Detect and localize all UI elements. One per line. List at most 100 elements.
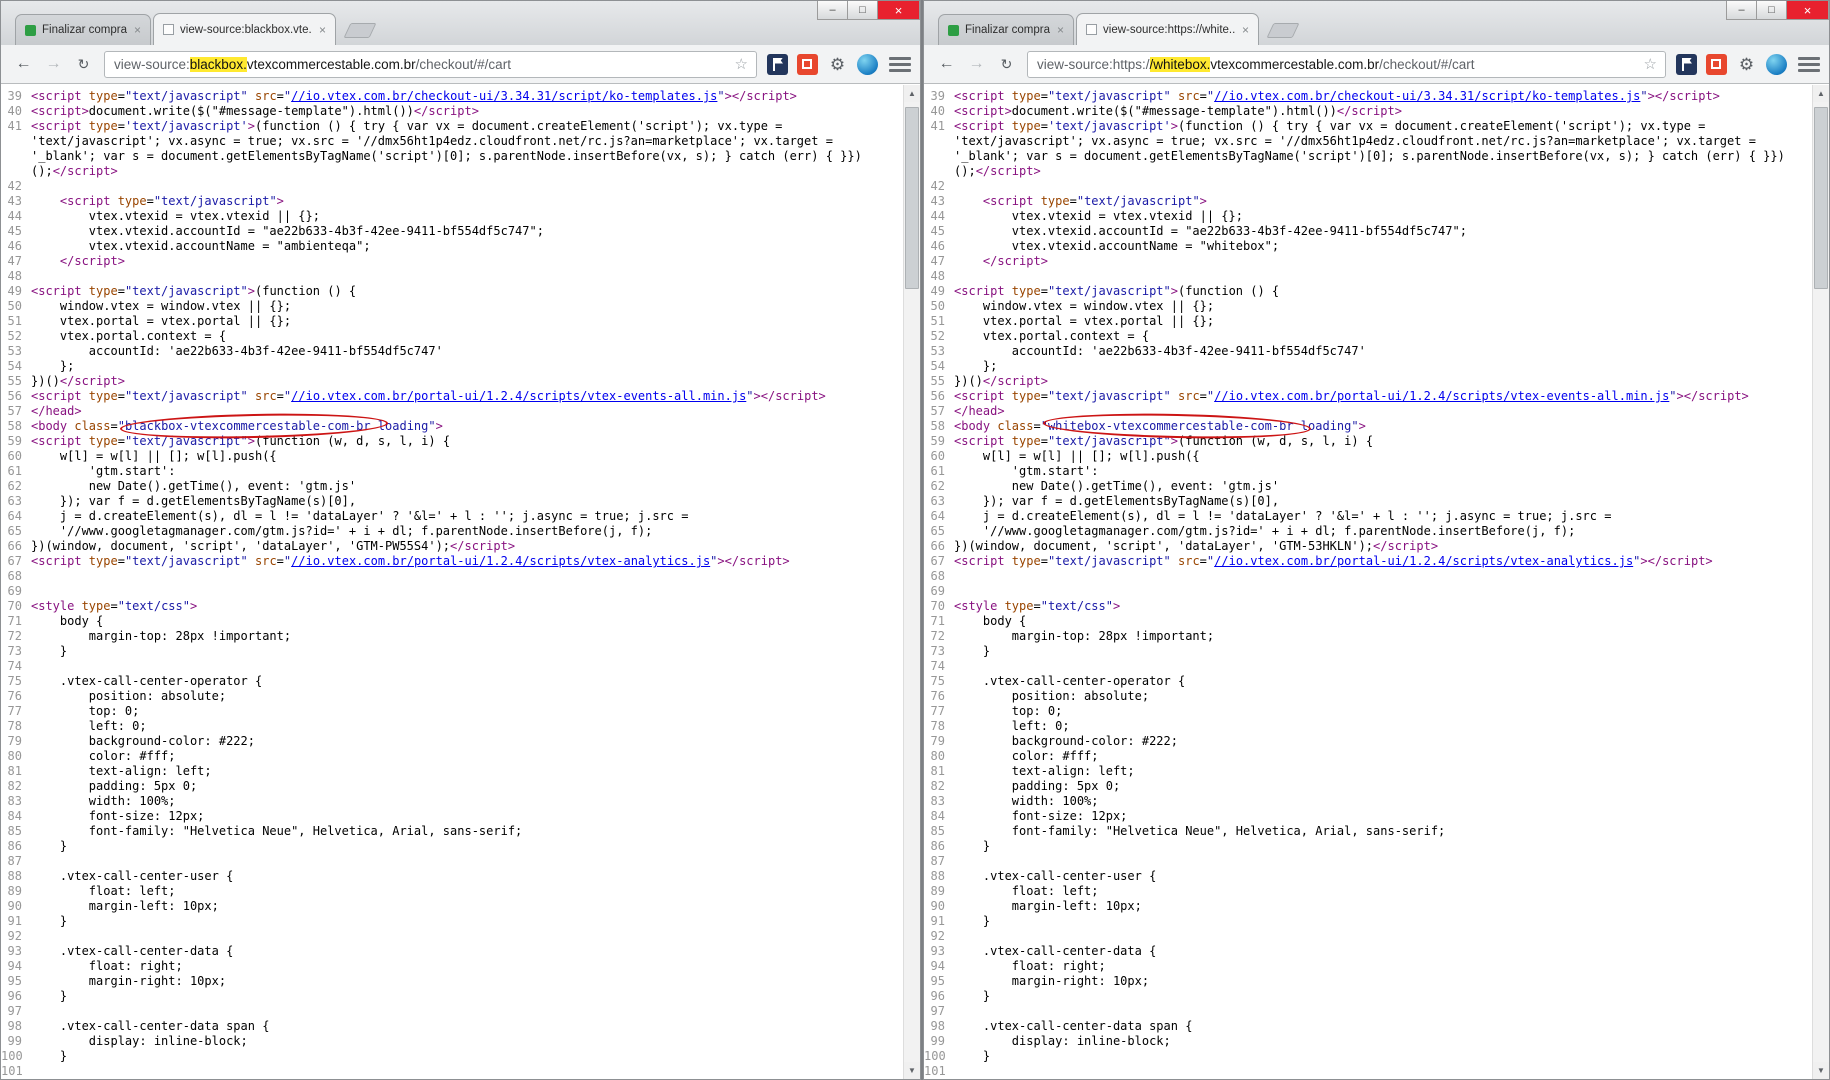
- code-line: 55})()</script>: [924, 374, 1812, 389]
- code-line: 40<script>document.write($("#message-tem…: [924, 104, 1812, 119]
- line-number: 86: [1, 839, 31, 854]
- code-line: 69: [1, 584, 903, 599]
- back-button[interactable]: ←: [10, 51, 37, 78]
- extension-globe-icon[interactable]: [1766, 54, 1787, 75]
- code-line: 70<style type="text/css">: [924, 599, 1812, 614]
- line-number: 99: [924, 1034, 954, 1049]
- line-number: 92: [924, 929, 954, 944]
- code-line: 68: [924, 569, 1812, 584]
- reload-button[interactable]: ↻: [70, 51, 97, 78]
- scroll-down-icon[interactable]: ▼: [1813, 1062, 1829, 1079]
- line-number: 45: [1, 224, 31, 239]
- line-number: 75: [924, 674, 954, 689]
- extension-box-icon[interactable]: [1706, 54, 1727, 75]
- extension-box-icon[interactable]: [797, 54, 818, 75]
- back-button[interactable]: ←: [933, 51, 960, 78]
- tab-close-icon[interactable]: ×: [1057, 24, 1064, 36]
- line-number: 86: [924, 839, 954, 854]
- code-line: 41<script type='text/javascript'>(functi…: [1, 119, 903, 134]
- line-number: [924, 134, 954, 149]
- tab-close-icon[interactable]: ×: [1242, 24, 1249, 36]
- maximize-button[interactable]: □: [1756, 1, 1787, 20]
- line-number: 77: [924, 704, 954, 719]
- scrollbar-thumb[interactable]: [905, 107, 919, 289]
- line-number: 79: [924, 734, 954, 749]
- code-line: 78 left: 0;: [1, 719, 903, 734]
- line-number: [924, 164, 954, 179]
- line-number: 51: [1, 314, 31, 329]
- code-line: 91 }: [924, 914, 1812, 929]
- forward-button[interactable]: →: [963, 51, 990, 78]
- tab-view-source[interactable]: view-source:https://white... ×: [1076, 13, 1259, 45]
- code-line: 88 .vtex-call-center-user {: [924, 869, 1812, 884]
- settings-gear-icon[interactable]: ⚙: [1736, 54, 1757, 75]
- line-number: 81: [924, 764, 954, 779]
- code-line: 67<script type="text/javascript" src="//…: [1, 554, 903, 569]
- line-number: 95: [1, 974, 31, 989]
- scrollbar-thumb[interactable]: [1814, 107, 1828, 289]
- title-bar[interactable]: Finalizar compra × view-source:https://w…: [924, 1, 1829, 45]
- extension-flag-icon[interactable]: [1676, 54, 1697, 75]
- bookmark-star-icon[interactable]: ☆: [731, 55, 752, 73]
- extension-globe-icon[interactable]: [857, 54, 878, 75]
- line-number: 72: [1, 629, 31, 644]
- tab-close-icon[interactable]: ×: [319, 24, 326, 36]
- code-line: 62 new Date().getTime(), event: 'gtm.js': [1, 479, 903, 494]
- reload-button[interactable]: ↻: [993, 51, 1020, 78]
- scroll-down-icon[interactable]: ▼: [904, 1062, 920, 1079]
- menu-button[interactable]: [1798, 54, 1820, 75]
- scrollbar[interactable]: ▲ ▼: [1812, 85, 1829, 1079]
- close-button[interactable]: ×: [877, 1, 920, 20]
- bookmark-star-icon[interactable]: ☆: [1640, 55, 1661, 73]
- url-text: view-source:https://whitebox.vtexcommerc…: [1037, 57, 1640, 72]
- code-line: 63 }); var f = d.getElementsByTagName(s)…: [1, 494, 903, 509]
- line-number: 47: [1, 254, 31, 269]
- code-line: 86 }: [924, 839, 1812, 854]
- code-line: 82 padding: 5px 0;: [924, 779, 1812, 794]
- menu-button[interactable]: [889, 54, 911, 75]
- tab-finalizar-compra[interactable]: Finalizar compra ×: [938, 14, 1074, 45]
- line-number: 84: [1, 809, 31, 824]
- minimize-button[interactable]: –: [1726, 1, 1757, 20]
- address-bar[interactable]: view-source:blackbox.vtexcommercestable.…: [104, 51, 757, 78]
- code-line: 97: [924, 1004, 1812, 1019]
- line-number: 77: [1, 704, 31, 719]
- code-line: 75 .vtex-call-center-operator {: [924, 674, 1812, 689]
- line-number: 54: [924, 359, 954, 374]
- tab-view-source[interactable]: view-source:blackbox.vte... ×: [153, 13, 336, 45]
- scrollbar[interactable]: ▲ ▼: [903, 85, 920, 1079]
- extension-flag-icon[interactable]: [767, 54, 788, 75]
- new-tab-button[interactable]: [344, 23, 377, 38]
- code-line: 79 background-color: #222;: [1, 734, 903, 749]
- code-line: 71 body {: [1, 614, 903, 629]
- new-tab-button[interactable]: [1267, 23, 1300, 38]
- code-line: 73 }: [924, 644, 1812, 659]
- line-number: 69: [924, 584, 954, 599]
- line-number: [924, 149, 954, 164]
- scroll-up-icon[interactable]: ▲: [904, 85, 920, 102]
- minimize-button[interactable]: –: [817, 1, 848, 20]
- scroll-up-icon[interactable]: ▲: [1813, 85, 1829, 102]
- line-number: 49: [1, 284, 31, 299]
- title-bar[interactable]: Finalizar compra × view-source:blackbox.…: [1, 1, 920, 45]
- checkout-favicon: [25, 25, 36, 36]
- forward-button[interactable]: →: [40, 51, 67, 78]
- code-line: 44 vtex.vtexid = vtex.vtexid || {};: [1, 209, 903, 224]
- line-number: 48: [1, 269, 31, 284]
- code-line: 48: [1, 269, 903, 284]
- address-bar[interactable]: view-source:https://whitebox.vtexcommerc…: [1027, 51, 1666, 78]
- code-line: 44 vtex.vtexid = vtex.vtexid || {};: [924, 209, 1812, 224]
- line-number: 46: [1, 239, 31, 254]
- line-number: 73: [924, 644, 954, 659]
- line-number: 40: [924, 104, 954, 119]
- settings-gear-icon[interactable]: ⚙: [827, 54, 848, 75]
- line-number: 100: [1, 1049, 31, 1064]
- line-number: 59: [924, 434, 954, 449]
- maximize-button[interactable]: □: [847, 1, 878, 20]
- line-number: 57: [924, 404, 954, 419]
- tab-finalizar-compra[interactable]: Finalizar compra ×: [15, 14, 151, 45]
- url-path: /checkout/#/cart: [1379, 57, 1474, 72]
- close-button[interactable]: ×: [1786, 1, 1829, 20]
- tab-close-icon[interactable]: ×: [134, 24, 141, 36]
- line-number: 39: [924, 89, 954, 104]
